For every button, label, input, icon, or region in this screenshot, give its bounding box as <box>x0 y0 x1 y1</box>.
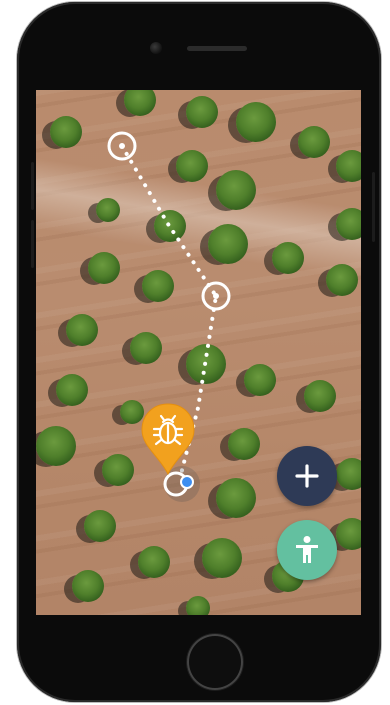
power-button <box>372 172 375 242</box>
home-button[interactable] <box>187 634 243 690</box>
person-button[interactable] <box>277 520 337 580</box>
waypoint-middle[interactable] <box>201 281 231 311</box>
waypoint-start[interactable] <box>107 131 137 161</box>
earpiece-speaker <box>187 46 247 51</box>
plus-icon <box>295 464 319 488</box>
person-icon <box>296 536 318 563</box>
pest-report-pin[interactable] <box>139 402 197 478</box>
volume-up-button <box>31 162 34 210</box>
add-button[interactable] <box>277 446 337 506</box>
map-view[interactable] <box>36 90 361 615</box>
front-camera <box>150 42 162 54</box>
volume-down-button <box>31 220 34 268</box>
